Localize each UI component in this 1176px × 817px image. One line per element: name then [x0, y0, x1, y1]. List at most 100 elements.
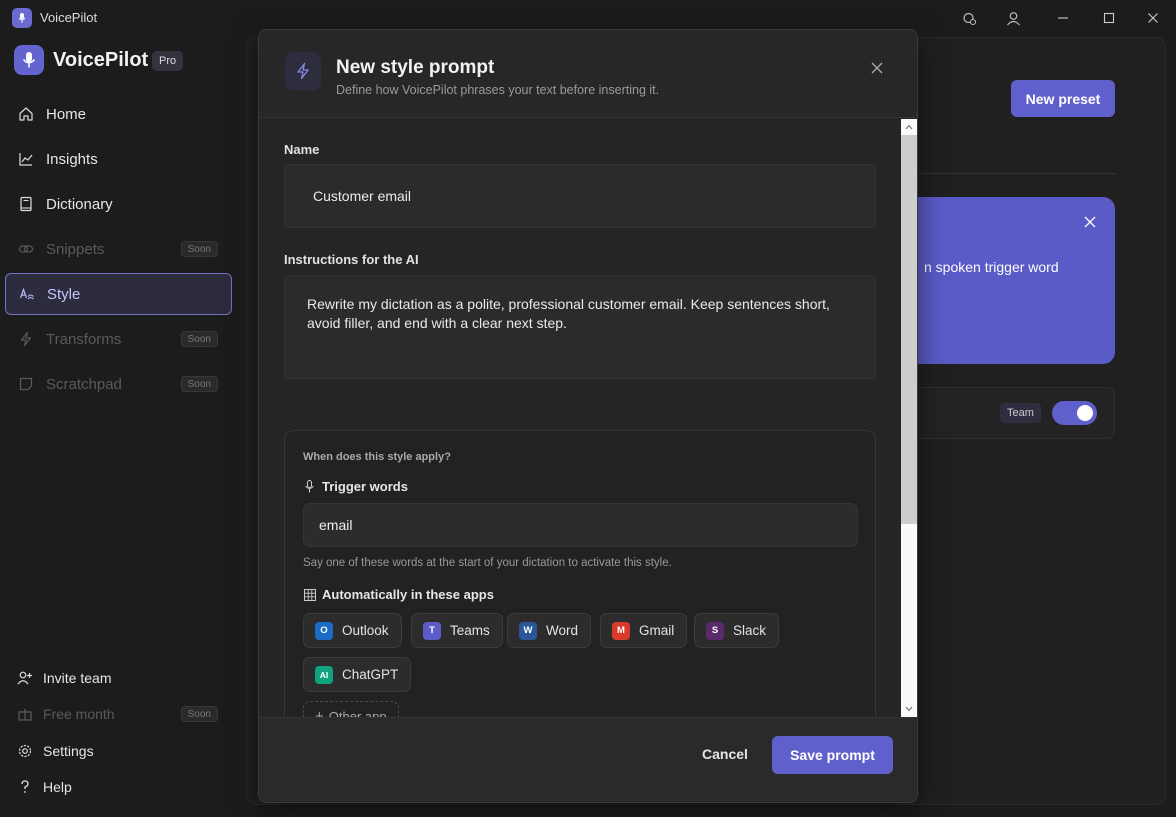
app-chip-teams[interactable]: T Teams	[411, 613, 503, 648]
dialog-subtitle: Define how VoicePilot phrases your text …	[336, 83, 660, 97]
sidebar-item-label: Dictionary	[46, 195, 113, 213]
app-chip-label: Gmail	[639, 623, 675, 638]
brand-name: VoicePilot	[53, 49, 149, 71]
sidebar-item-label: Transforms	[46, 330, 122, 348]
gmail-icon: M	[612, 621, 630, 640]
sidebar-item-label: Insights	[46, 150, 98, 168]
question-icon	[16, 778, 34, 796]
word-icon: W	[519, 621, 537, 640]
trigger-help-text: Say one of these words at the start of y…	[303, 557, 672, 569]
teams-icon: T	[423, 621, 441, 640]
name-label: Name	[284, 142, 320, 157]
new-style-prompt-dialog: New style prompt Define how VoicePilot p…	[258, 29, 918, 803]
instructions-label: Instructions for the AI	[284, 252, 419, 267]
microphone-icon	[303, 480, 316, 493]
trigger-words-label: Trigger words	[303, 479, 408, 494]
trigger-words-input[interactable]: email	[303, 503, 858, 547]
app-microphone-icon	[12, 8, 32, 28]
close-window-icon[interactable]	[1141, 6, 1165, 30]
pro-badge: Pro	[152, 51, 184, 71]
lightning-icon	[17, 330, 35, 348]
add-other-app-button[interactable]: + Other app	[303, 701, 399, 717]
app-chip-slack[interactable]: S Slack	[694, 613, 780, 648]
apps-label-text: Automatically in these apps	[322, 587, 494, 602]
other-app-label: Other app	[328, 709, 387, 717]
scroll-thumb[interactable]	[901, 135, 917, 524]
chart-icon	[17, 150, 35, 168]
soon-badge: Soon	[180, 706, 218, 722]
grid-icon	[303, 588, 316, 601]
invite-user-icon	[16, 669, 34, 687]
toggle-knob	[1077, 405, 1093, 421]
sidebar-item-invite-team[interactable]: Invite team	[16, 664, 232, 692]
sidebar-item-free-month: Free month Soon	[16, 700, 232, 728]
sidebar-item-label: Snippets	[46, 240, 105, 258]
new-preset-button[interactable]: New preset	[1011, 80, 1115, 117]
info-card-text: n spoken trigger word	[924, 259, 1059, 275]
sidebar-item-label: Settings	[43, 743, 94, 759]
app-chip-word[interactable]: W Word	[507, 613, 592, 648]
close-icon[interactable]	[1083, 215, 1097, 229]
sidebar-item-home[interactable]: Home	[5, 93, 232, 135]
sidebar-item-label: Style	[47, 285, 81, 303]
lightning-icon	[285, 52, 321, 90]
chatgpt-icon: AI	[315, 665, 333, 684]
window-title: VoicePilot	[40, 10, 98, 25]
app-chip-chatgpt[interactable]: AI ChatGPT	[303, 657, 412, 692]
sidebar-item-transforms: Transforms Soon	[5, 318, 232, 360]
app-chip-label: Slack	[733, 623, 767, 638]
save-prompt-button[interactable]: Save prompt	[772, 736, 893, 774]
app-chip-outlook[interactable]: O Outlook	[303, 613, 402, 648]
dialog-title: New style prompt	[336, 57, 495, 78]
slack-icon: S	[706, 621, 724, 640]
name-input[interactable]: Customer email	[284, 164, 876, 228]
gift-icon	[16, 705, 34, 723]
sidebar-item-settings[interactable]: Settings	[16, 737, 232, 765]
minimize-icon[interactable]	[1051, 6, 1075, 30]
preset-toggle[interactable]	[1052, 401, 1097, 425]
sidebar-item-style[interactable]: Style	[5, 273, 232, 315]
close-dialog-icon[interactable]	[870, 61, 884, 75]
link-icon	[17, 240, 35, 258]
plus-icon: +	[315, 708, 324, 717]
app-chip-label: Teams	[450, 623, 490, 638]
scroll-up-icon[interactable]	[901, 120, 917, 134]
app-chip-label: ChatGPT	[342, 667, 399, 682]
scroll-down-icon[interactable]	[901, 702, 917, 716]
apps-label: Automatically in these apps	[303, 587, 494, 602]
book-icon	[17, 195, 35, 213]
soon-badge: Soon	[180, 331, 218, 347]
sidebar-item-dictionary[interactable]: Dictionary	[5, 183, 232, 225]
text-style-icon	[18, 285, 36, 303]
sidebar-item-label: Home	[46, 105, 87, 123]
divider	[918, 173, 1116, 174]
sidebar-item-insights[interactable]: Insights	[5, 138, 232, 180]
team-badge: Team	[1000, 403, 1041, 423]
soon-badge: Soon	[180, 241, 218, 257]
preset-row: Team	[900, 387, 1115, 439]
sidebar-item-scratchpad: Scratchpad Soon	[5, 363, 232, 405]
sidebar-item-label: Invite team	[43, 670, 112, 686]
app-chip-label: Outlook	[342, 623, 389, 638]
app-chip-label: Word	[546, 623, 579, 638]
trigger-words-text: Trigger words	[322, 479, 408, 494]
soon-badge: Soon	[180, 376, 218, 392]
sidebar-item-snippets: Snippets Soon	[5, 228, 232, 270]
dialog-body: Name Customer email Instructions for the…	[259, 119, 917, 717]
dialog-scrollbar[interactable]	[901, 119, 917, 717]
instructions-textarea[interactable]: Rewrite my dictation as a polite, profes…	[284, 275, 876, 379]
apply-conditions-card: When does this style apply? Trigger word…	[284, 430, 876, 717]
dialog-header: New style prompt Define how VoicePilot p…	[259, 30, 917, 118]
sync-status-icon[interactable]	[957, 6, 981, 30]
home-icon	[17, 105, 35, 123]
outlook-icon: O	[315, 621, 333, 640]
sidebar-item-help[interactable]: Help	[16, 773, 232, 801]
brand-microphone-icon	[14, 45, 44, 75]
gear-icon	[16, 742, 34, 760]
app-chip-gmail[interactable]: M Gmail	[600, 613, 688, 648]
sidebar-item-label: Free month	[43, 706, 115, 722]
account-icon[interactable]	[1001, 6, 1025, 30]
cancel-button[interactable]: Cancel	[689, 736, 761, 772]
maximize-icon[interactable]	[1097, 6, 1121, 30]
info-card: n spoken trigger word	[900, 197, 1115, 364]
